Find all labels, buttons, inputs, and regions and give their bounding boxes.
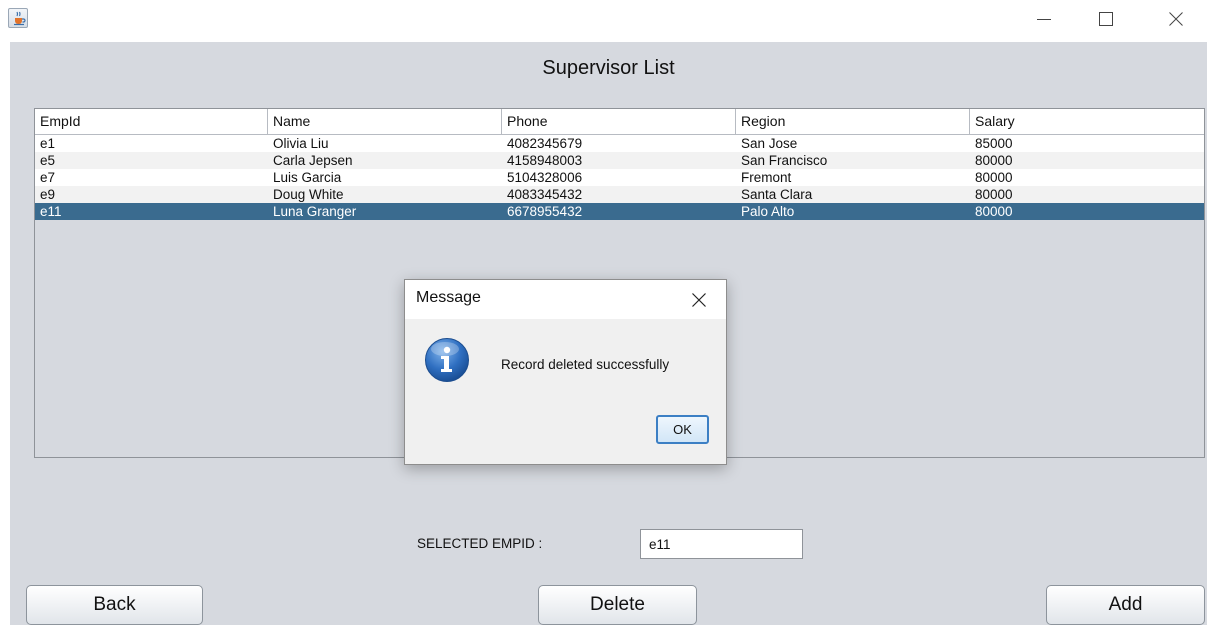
ok-button[interactable]: OK <box>656 415 709 444</box>
maximize-button[interactable] <box>1083 0 1129 36</box>
minimize-icon <box>1037 19 1051 20</box>
selected-empid-label: SELECTED EMPID : <box>417 536 543 551</box>
dialog-titlebar: Message <box>405 280 726 319</box>
close-icon <box>1169 12 1183 26</box>
table-row[interactable]: e1 Olivia Liu 4082345679 San Jose 85000 <box>35 135 1204 152</box>
cell-salary: 85000 <box>975 136 1013 151</box>
cell-name: Luna Granger <box>273 204 357 219</box>
back-button[interactable]: Back <box>26 585 203 625</box>
cell-phone: 5104328006 <box>507 170 583 185</box>
dialog-message: Record deleted successfully <box>501 357 670 372</box>
cell-empid: e7 <box>40 170 56 185</box>
selected-empid-field[interactable] <box>640 529 803 559</box>
cell-name: Doug White <box>273 187 344 202</box>
cell-empid: e9 <box>40 187 56 202</box>
message-dialog: Message Record deleted successfully OK <box>404 279 727 465</box>
column-header-empid[interactable]: EmpId <box>35 109 268 134</box>
cell-salary: 80000 <box>975 170 1013 185</box>
cell-phone: 6678955432 <box>507 204 583 219</box>
cell-region: Santa Clara <box>741 187 813 202</box>
table-row[interactable]: e5 Carla Jepsen 4158948003 San Francisco… <box>35 152 1204 169</box>
window-titlebar <box>0 0 1207 40</box>
add-button[interactable]: Add <box>1046 585 1205 625</box>
table-row[interactable]: e7 Luis Garcia 5104328006 Fremont 80000 <box>35 169 1204 186</box>
cell-region: Fremont <box>741 170 792 185</box>
table-row-selected[interactable]: e11 Luna Granger 6678955432 Palo Alto 80… <box>35 203 1204 220</box>
cell-name: Olivia Liu <box>273 136 329 151</box>
table-header: EmpId Name Phone Region Salary <box>35 109 1204 135</box>
close-icon <box>692 293 706 307</box>
cell-name: Luis Garcia <box>273 170 342 185</box>
dialog-title: Message <box>416 289 481 306</box>
cell-empid: e5 <box>40 153 56 168</box>
cell-region: Palo Alto <box>741 204 795 219</box>
table-row[interactable]: e9 Doug White 4083345432 Santa Clara 800… <box>35 186 1204 203</box>
cell-salary: 80000 <box>975 204 1013 219</box>
column-header-name[interactable]: Name <box>268 109 502 134</box>
maximize-icon <box>1099 12 1113 26</box>
column-header-salary[interactable]: Salary <box>970 109 1204 134</box>
cell-phone: 4082345679 <box>507 136 583 151</box>
cell-region: San Francisco <box>741 153 828 168</box>
cell-salary: 80000 <box>975 153 1013 168</box>
dialog-close-button[interactable] <box>688 289 710 311</box>
close-window-button[interactable] <box>1153 0 1199 36</box>
java-cup-icon <box>8 8 28 28</box>
page-title: Supervisor List <box>542 57 675 79</box>
delete-button[interactable]: Delete <box>538 585 697 625</box>
cell-empid: e1 <box>40 136 56 151</box>
cell-salary: 80000 <box>975 187 1013 202</box>
cell-phone: 4083345432 <box>507 187 583 202</box>
column-header-region[interactable]: Region <box>736 109 970 134</box>
cell-region: San Jose <box>741 136 798 151</box>
cell-empid: e11 <box>40 204 62 219</box>
info-icon <box>424 337 470 383</box>
minimize-button[interactable] <box>1021 0 1067 36</box>
cell-name: Carla Jepsen <box>273 153 353 168</box>
cell-phone: 4158948003 <box>507 153 583 168</box>
column-header-phone[interactable]: Phone <box>502 109 736 134</box>
